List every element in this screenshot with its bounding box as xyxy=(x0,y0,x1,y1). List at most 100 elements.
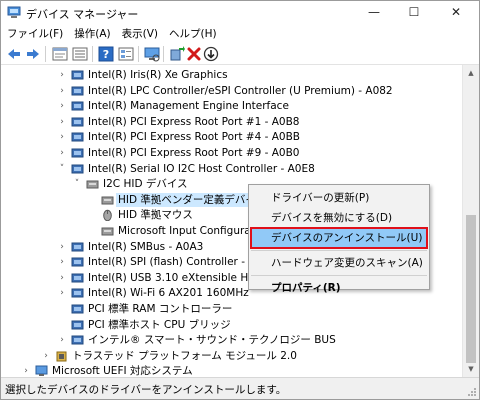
generic-device-icon xyxy=(71,335,84,345)
tree-row-label: インテル® スマート・サウンド・テクノロジー BUS xyxy=(88,334,336,347)
generic-device-icon xyxy=(71,288,84,298)
generic-device-icon xyxy=(71,101,84,111)
context-uninstall-device[interactable]: デバイスのアンインストール(U) xyxy=(250,227,428,249)
expand-chevron-icon[interactable]: › xyxy=(57,100,67,112)
tree-row-label: I2C HID デバイス xyxy=(103,178,188,191)
tree-row-label: Intel(R) LPC Controller/eSPI Controller … xyxy=(88,84,393,97)
close-button[interactable]: ✕ xyxy=(439,1,473,25)
properties-icon[interactable] xyxy=(51,45,69,63)
generic-device-icon xyxy=(71,86,84,96)
menu-help[interactable]: ヘルプ(H) xyxy=(163,25,222,43)
toolbar-separator xyxy=(163,46,164,62)
hid-icon xyxy=(101,227,114,236)
tree-row-label: Intel(R) PCI Express Root Port #4 - A0BB xyxy=(88,131,300,144)
expand-chevron-icon[interactable]: › xyxy=(57,334,67,346)
collapse-chevron-icon[interactable]: ˅ xyxy=(72,178,82,190)
toolbar-separator xyxy=(45,46,46,62)
generic-device-icon xyxy=(71,242,84,252)
svg-text:?: ? xyxy=(103,48,109,61)
menu-action[interactable]: 操作(A) xyxy=(68,25,115,43)
tree-row[interactable]: PCI 標準 RAM コントローラー xyxy=(1,301,462,317)
vertical-scrollbar[interactable]: ▲ ▼ xyxy=(462,65,479,377)
expand-chevron-icon[interactable]: › xyxy=(57,85,67,97)
update-icon[interactable] xyxy=(202,45,220,63)
expand-chevron-icon[interactable]: › xyxy=(57,241,67,253)
menu-view[interactable]: 表示(V) xyxy=(116,25,163,43)
add-driver-icon[interactable] xyxy=(168,45,186,63)
maximize-button[interactable]: ☐ xyxy=(397,1,431,25)
tree-row-label: Intel(R) Serial IO I2C Host Controller -… xyxy=(88,162,315,175)
toolbar-separator xyxy=(92,46,93,62)
expand-chevron-icon[interactable]: › xyxy=(57,272,67,284)
scroll-down-arrow-icon[interactable]: ▼ xyxy=(463,361,479,377)
help-icon[interactable]: ? xyxy=(97,45,115,63)
generic-device-icon xyxy=(71,164,84,174)
context-scan-hardware[interactable]: ハードウェア変更のスキャン(A) xyxy=(249,253,429,273)
toolbar-separator xyxy=(138,46,139,62)
tree-row[interactable]: › Intel(R) Iris(R) Xe Graphics xyxy=(1,67,462,83)
tree-row-label: Intel(R) Iris(R) Xe Graphics xyxy=(88,69,228,81)
mouse-icon xyxy=(103,210,112,222)
tree-row[interactable]: ˅ Intel(R) Serial IO I2C Host Controller … xyxy=(1,161,462,177)
monitor-icon xyxy=(35,365,48,377)
expand-chevron-icon[interactable]: › xyxy=(57,116,67,128)
tree-row-label: トラステッド プラットフォーム モジュール 2.0 xyxy=(72,349,297,362)
expand-chevron-icon[interactable]: › xyxy=(57,69,67,81)
expand-chevron-icon[interactable]: › xyxy=(21,365,31,377)
tree-row[interactable]: › Intel(R) PCI Express Root Port #9 - A0B… xyxy=(1,145,462,161)
context-disable-device[interactable]: デバイスを無効にする(D) xyxy=(249,208,429,228)
generic-device-icon xyxy=(71,320,84,330)
tree-row[interactable]: › Intel(R) PCI Express Root Port #1 - A0B… xyxy=(1,114,462,130)
context-menu-separator xyxy=(251,275,427,276)
details-icon[interactable] xyxy=(117,45,135,63)
tree-row-label: HID 準拠ベンダー定義デバイス xyxy=(116,192,269,207)
tree-row[interactable]: › Intel(R) Management Engine Interface xyxy=(1,98,462,114)
tree-row[interactable]: › トラステッド プラットフォーム モジュール 2.0 xyxy=(1,348,462,364)
tree-row[interactable]: › Intel(R) LPC Controller/eSPI Controller… xyxy=(1,83,462,99)
expand-chevron-icon[interactable]: › xyxy=(57,256,67,268)
context-properties[interactable]: プロパティ(R) xyxy=(249,278,429,298)
tree-row[interactable]: › インテル® スマート・サウンド・テクノロジー BUS xyxy=(1,332,462,348)
generic-device-icon xyxy=(71,148,84,158)
context-update-driver[interactable]: ドライバーの更新(P) xyxy=(249,188,429,208)
tree-row[interactable]: › Intel(R) PCI Express Root Port #4 - A0B… xyxy=(1,129,462,145)
generic-device-icon xyxy=(71,257,84,267)
menu-file[interactable]: ファイル(F) xyxy=(1,25,68,43)
uninstall-icon[interactable] xyxy=(185,45,203,63)
back-icon[interactable] xyxy=(5,45,23,63)
status-text: 選択したデバイスのドライバーをアンインストールします。 xyxy=(5,384,287,396)
expand-chevron-icon[interactable]: › xyxy=(57,287,67,299)
tree-row-label: HID 準拠マウス xyxy=(118,209,193,222)
generic-device-icon xyxy=(71,132,84,142)
hid-icon xyxy=(86,180,99,189)
tree-row-label: Intel(R) PCI Express Root Port #1 - A0B8 xyxy=(88,115,300,128)
scroll-up-arrow-icon[interactable]: ▲ xyxy=(463,65,479,81)
expand-chevron-icon[interactable]: › xyxy=(57,131,67,143)
generic-device-icon xyxy=(71,70,84,80)
expand-chevron-icon[interactable]: › xyxy=(41,350,51,362)
resize-grip-icon[interactable] xyxy=(467,387,477,397)
scrollbar-thumb[interactable] xyxy=(466,215,476,363)
tree-row-label: Intel(R) Management Engine Interface xyxy=(88,100,289,113)
device-manager-icon xyxy=(7,6,21,18)
tree-row[interactable]: PCI 標準ホスト CPU ブリッジ xyxy=(1,317,462,333)
tree-row-label: Microsoft UEFI 対応システム xyxy=(52,365,193,377)
forward-icon[interactable] xyxy=(24,45,42,63)
expand-chevron-icon[interactable]: › xyxy=(57,147,67,159)
tree-row-label: Intel(R) SMBus - A0A3 xyxy=(88,240,204,253)
generic-device-icon xyxy=(71,273,84,283)
tree-row-label: Intel(R) Wi-Fi 6 AX201 160MHz xyxy=(88,287,249,300)
tree-row[interactable]: › Microsoft UEFI 対応システム xyxy=(1,363,462,377)
list-icon[interactable] xyxy=(71,45,89,63)
status-bar: 選択したデバイスのドライバーをアンインストールします。 xyxy=(1,377,479,399)
collapse-chevron-icon[interactable]: ˅ xyxy=(57,163,67,175)
context-menu: ドライバーの更新(P) デバイスを無効にする(D) デバイスのアンインストール(U)… xyxy=(248,184,430,294)
title-bar: デバイス マネージャー — ☐ ✕ xyxy=(1,1,479,25)
window-title: デバイス マネージャー xyxy=(26,8,139,21)
device-manager-window: デバイス マネージャー — ☐ ✕ ファイル(F) 操作(A) 表示(V) ヘル… xyxy=(0,0,480,400)
scan-icon[interactable] xyxy=(143,45,161,63)
tree-row-label: PCI 標準ホスト CPU ブリッジ xyxy=(88,318,231,331)
generic-device-icon xyxy=(71,304,84,314)
minimize-button[interactable]: — xyxy=(357,1,391,25)
tree-row-label: Intel(R) PCI Express Root Port #9 - A0B0 xyxy=(88,147,300,159)
